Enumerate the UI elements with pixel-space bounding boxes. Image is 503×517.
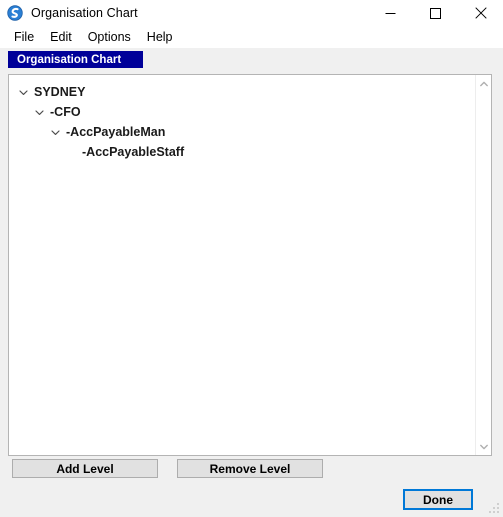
scroll-down-arrow-icon[interactable] [476, 438, 491, 455]
tree-node-accpayablestaff[interactable]: -AccPayableStaff [9, 142, 475, 162]
tree-node-accpayableman[interactable]: -AccPayableMan [9, 122, 475, 142]
menu-item-edit[interactable]: Edit [44, 28, 80, 46]
organisation-tree-panel: SYDNEY -CFO -AccPayableMan -AccPayableSt… [8, 74, 492, 456]
app-swirl-icon [7, 5, 23, 21]
chevron-down-icon[interactable] [15, 82, 31, 102]
done-button[interactable]: Done [423, 494, 453, 506]
menu-item-options[interactable]: Options [82, 28, 139, 46]
tree-node-label: -AccPayableStaff [82, 145, 185, 159]
title-bar: Organisation Chart [0, 0, 503, 26]
minimize-icon [385, 12, 396, 14]
tab-strip: Organisation Chart [0, 48, 503, 70]
organisation-tree[interactable]: SYDNEY -CFO -AccPayableMan -AccPayableSt… [9, 82, 475, 455]
done-button-focus-ring: Done [403, 489, 473, 510]
tree-node-sydney[interactable]: SYDNEY [9, 82, 475, 102]
close-icon [474, 7, 487, 19]
resize-grip-icon[interactable] [487, 501, 501, 515]
tree-vertical-scrollbar[interactable] [475, 75, 491, 455]
remove-level-button[interactable]: Remove Level [177, 459, 323, 478]
close-button[interactable] [458, 0, 503, 26]
window-title: Organisation Chart [31, 6, 138, 20]
add-level-button[interactable]: Add Level [12, 459, 158, 478]
chevron-down-icon[interactable] [31, 102, 47, 122]
tree-node-cfo[interactable]: -CFO [9, 102, 475, 122]
window-controls [368, 0, 503, 26]
menu-bar: File Edit Options Help [0, 26, 503, 48]
tree-node-label: -AccPayableMan [66, 125, 166, 139]
maximize-icon [430, 7, 441, 19]
minimize-button[interactable] [368, 0, 413, 26]
maximize-button[interactable] [413, 0, 458, 26]
tree-node-label: -CFO [50, 105, 81, 119]
menu-item-file[interactable]: File [8, 28, 42, 46]
tree-node-label: SYDNEY [34, 85, 86, 99]
tab-organisation-chart[interactable]: Organisation Chart [8, 51, 143, 68]
scroll-up-arrow-icon[interactable] [476, 75, 491, 92]
menu-item-help[interactable]: Help [141, 28, 181, 46]
chevron-down-icon[interactable] [47, 122, 63, 142]
